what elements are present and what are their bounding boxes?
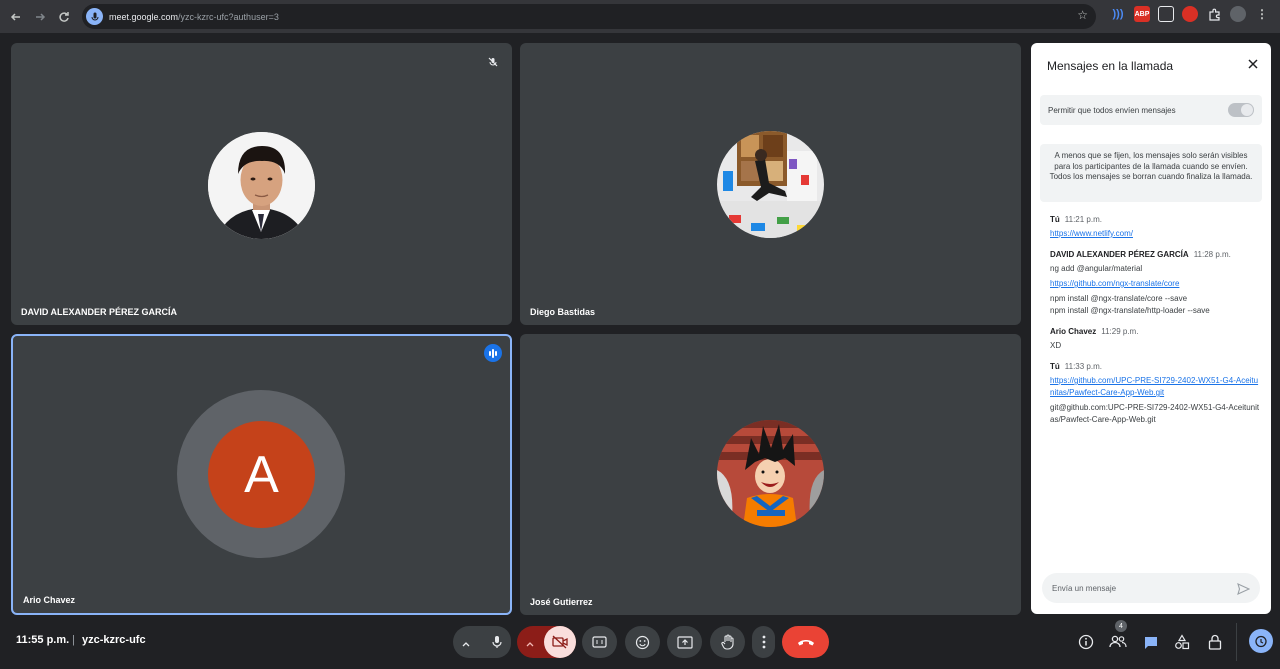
- meeting-code: yzc-kzrc-ufc: [82, 634, 146, 646]
- wifi-extension-icon[interactable]: ))): [1110, 6, 1126, 22]
- info-icon: [1078, 634, 1094, 650]
- participant-tile[interactable]: José Gutierrez: [520, 334, 1021, 615]
- lock-person-icon: [1208, 634, 1222, 650]
- message-text: npm install @ngx-translate/core --save: [1050, 294, 1188, 303]
- bookmark-star-icon[interactable]: ☆: [1077, 8, 1088, 22]
- message-text: XD: [1050, 341, 1062, 350]
- chat-icon: [1145, 636, 1157, 649]
- message-time: 11:29 p.m.: [1101, 327, 1139, 336]
- reload-icon[interactable]: [52, 5, 76, 29]
- activities-button[interactable]: [1173, 633, 1191, 651]
- chat-panel-title: Mensajes en la llamada: [1047, 59, 1174, 73]
- people-icon: [1109, 635, 1127, 648]
- message-text: npm install @ngx-translate/http-loader -…: [1050, 306, 1210, 315]
- chat-message: Tú 11:21 p.m. https://www.netlify.com/: [1050, 215, 1260, 240]
- meeting-details-button[interactable]: [1077, 633, 1095, 651]
- extensions: ))) ABP ⋮: [1110, 6, 1270, 22]
- participant-photo: [717, 420, 824, 527]
- profile-avatar-icon[interactable]: [1230, 6, 1246, 22]
- more-options-button[interactable]: [752, 626, 775, 658]
- more-vert-icon: [762, 635, 765, 649]
- chat-message: Ario Chavez 11:29 p.m. XD: [1050, 327, 1260, 352]
- allow-messages-toggle[interactable]: [1228, 103, 1254, 117]
- message-input[interactable]: [1052, 583, 1222, 593]
- separator: |: [72, 634, 75, 646]
- participants-count-badge: 4: [1115, 620, 1127, 632]
- participant-name: DAVID ALEXANDER PÉREZ GARCÍA: [21, 307, 178, 317]
- close-icon[interactable]: [1247, 57, 1259, 75]
- raise-hand-button[interactable]: [710, 626, 745, 658]
- meeting-clock: 11:55 p.m.: [16, 634, 70, 646]
- puzzle-extensions-icon[interactable]: [1206, 6, 1222, 22]
- video-control-group: [517, 626, 576, 658]
- host-controls-button[interactable]: [1206, 633, 1224, 651]
- message-text: git@github.com:UPC-PRE-SI729-2402-WX51-G…: [1050, 403, 1260, 424]
- allow-messages-label: Permitir que todos envíen mensajes: [1048, 105, 1176, 115]
- allow-messages-setting: Permitir que todos envíen mensajes: [1040, 95, 1262, 125]
- adblock-extension-icon[interactable]: ABP: [1134, 6, 1150, 22]
- participant-tile-active-speaker[interactable]: A Ario Chavez: [11, 334, 512, 615]
- menu-kebab-icon[interactable]: ⋮: [1254, 6, 1270, 22]
- alarm-clock-icon: [1255, 635, 1267, 648]
- chevron-up-icon[interactable]: [525, 636, 535, 654]
- participant-name: Diego Bastidas: [530, 307, 596, 317]
- message-text: ng add @angular/material: [1050, 264, 1143, 273]
- send-icon[interactable]: [1237, 582, 1251, 600]
- chevron-up-icon[interactable]: [461, 636, 471, 654]
- end-call-icon: [797, 640, 814, 646]
- microphone-button[interactable]: [482, 626, 511, 658]
- participant-name: José Gutierrez: [530, 597, 593, 607]
- reactions-button[interactable]: [625, 626, 660, 658]
- captions-button[interactable]: [582, 626, 617, 658]
- speaking-indicator-icon: [484, 344, 502, 362]
- initial-avatar: A: [208, 421, 315, 528]
- muted-mic-icon: [484, 53, 502, 71]
- present-button[interactable]: [667, 626, 702, 658]
- site-mic-icon[interactable]: [86, 8, 103, 25]
- message-sender: Tú: [1050, 362, 1060, 371]
- record-extension-icon[interactable]: [1182, 6, 1198, 22]
- message-list: Tú 11:21 p.m. https://www.netlify.com/ DA…: [1050, 215, 1260, 436]
- raise-hand-icon: [720, 634, 734, 650]
- camera-off-icon: [552, 635, 568, 649]
- message-sender: Tú: [1050, 215, 1060, 224]
- chat-panel: Mensajes en la llamada Permitir que todo…: [1031, 43, 1271, 614]
- browser-toolbar: meet.google.com/yzc-kzrc-ufc?authuser=3 …: [0, 0, 1280, 33]
- forward-icon[interactable]: [28, 5, 52, 29]
- participant-photo: [208, 132, 315, 239]
- screen-extension-icon[interactable]: [1158, 6, 1174, 22]
- microphone-icon: [491, 636, 502, 648]
- message-link[interactable]: https://github.com/UPC-PRE-SI729-2402-WX…: [1050, 375, 1260, 399]
- participant-tile[interactable]: DAVID ALEXANDER PÉREZ GARCÍA: [11, 43, 512, 325]
- participant-name: Ario Chavez: [23, 595, 76, 605]
- emoji-icon: [635, 635, 650, 649]
- message-link[interactable]: https://github.com/ngx-translate/core: [1050, 278, 1260, 290]
- chat-button[interactable]: [1142, 633, 1160, 651]
- back-icon[interactable]: [4, 5, 28, 29]
- people-button[interactable]: 4: [1109, 620, 1127, 651]
- audio-control-group: [453, 626, 511, 658]
- activities-shapes-icon: [1175, 634, 1190, 650]
- chat-message: DAVID ALEXANDER PÉREZ GARCÍA 11:28 p.m. n…: [1050, 250, 1260, 317]
- participant-photo: [717, 131, 824, 238]
- present-screen-icon: [676, 635, 693, 649]
- message-time: 11:33 p.m.: [1064, 362, 1102, 371]
- url-text: meet.google.com/yzc-kzrc-ufc?authuser=3: [109, 11, 279, 22]
- message-sender: Ario Chavez: [1050, 327, 1097, 336]
- chat-message: Tú 11:33 p.m. https://github.com/UPC-PRE-…: [1050, 362, 1260, 426]
- message-time: 11:21 p.m.: [1064, 215, 1102, 224]
- captions-icon: [592, 636, 607, 648]
- meeting-controls-bar: 11:55 p.m. | yzc-kzrc-ufc 4: [0, 615, 1280, 669]
- message-sender: DAVID ALEXANDER PÉREZ GARCÍA: [1050, 250, 1189, 259]
- chat-notice: A menos que se fijen, los mensajes solo …: [1040, 144, 1262, 202]
- address-bar[interactable]: meet.google.com/yzc-kzrc-ufc?authuser=3 …: [82, 4, 1096, 29]
- camera-off-button[interactable]: [544, 626, 576, 658]
- leave-call-button[interactable]: [782, 626, 829, 658]
- message-link[interactable]: https://www.netlify.com/: [1050, 228, 1260, 240]
- message-composer: [1042, 573, 1260, 603]
- divider: [1236, 623, 1237, 661]
- timer-extension-button[interactable]: [1249, 629, 1273, 653]
- message-time: 11:28 p.m.: [1193, 250, 1231, 259]
- participant-tile[interactable]: Diego Bastidas: [520, 43, 1021, 325]
